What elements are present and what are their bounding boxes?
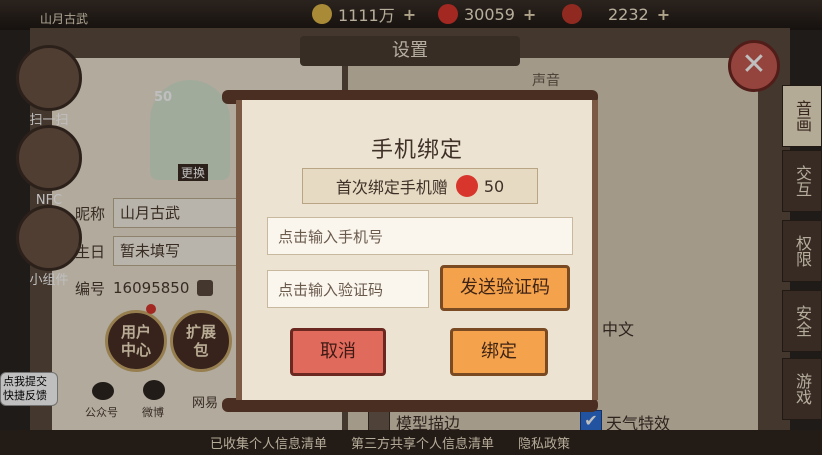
- bind-button[interactable]: 绑定: [450, 328, 548, 376]
- bonus-amount: 50: [483, 176, 505, 196]
- phone-input[interactable]: 点击输入手机号: [267, 217, 573, 255]
- red-ticket-icon: [455, 175, 478, 197]
- code-input[interactable]: 点击输入验证码: [267, 270, 429, 308]
- dialog-title: 手机绑定: [370, 138, 463, 163]
- send-code-button[interactable]: 发送验证码: [440, 265, 570, 311]
- binding-bonus-banner: 首次绑定手机赠 50: [302, 168, 538, 204]
- cancel-button[interactable]: 取消: [290, 328, 386, 376]
- scroll-bottom-rod: [222, 398, 598, 412]
- bonus-text: 首次绑定手机赠: [335, 178, 448, 197]
- phone-binding-dialog: 手机绑定 首次绑定手机赠 50 点击输入手机号 点击输入验证码 发送验证码 取消…: [236, 100, 598, 400]
